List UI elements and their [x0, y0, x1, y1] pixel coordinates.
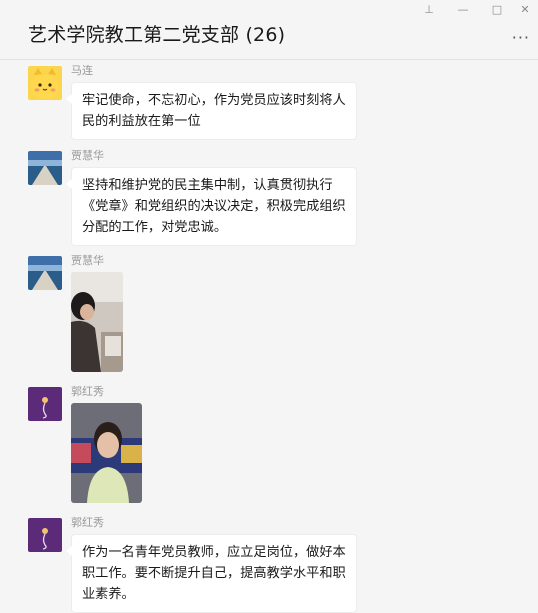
message-bubble[interactable]: 坚持和维护党的民主集中制，认真贯彻执行《党章》和党组织的决议决定，积极完成组织分… [66, 167, 357, 246]
sender-name: 贾慧华 [71, 149, 104, 162]
purple-flower-avatar-icon [28, 387, 62, 421]
sender-name: 马连 [71, 64, 93, 77]
maximize-icon[interactable]: □ [489, 3, 505, 17]
sender-name: 贾慧华 [71, 254, 104, 267]
image-message[interactable] [71, 403, 142, 503]
seaside-pier-avatar-icon [28, 151, 62, 185]
title-bar: 艺术学院教工第二党支部 (26) ⊥ — □ ✕ ··· [0, 0, 538, 60]
sender-name: 郭红秀 [71, 385, 104, 398]
image-message[interactable] [71, 272, 123, 372]
yellow-cat-avatar-icon [28, 66, 62, 100]
more-options-icon[interactable]: ··· [512, 30, 530, 46]
close-icon[interactable]: ✕ [517, 3, 533, 17]
avatar[interactable] [28, 387, 62, 421]
photo-woman-portrait-icon [71, 403, 142, 503]
photo-person-studying-icon [71, 272, 123, 372]
seaside-pier-avatar-icon [28, 256, 62, 290]
sender-name: 郭红秀 [71, 516, 104, 529]
message-bubble[interactable]: 作为一名青年党员教师，应立足岗位，做好本职工作。要不断提升自己，提高教学水平和职… [66, 534, 357, 613]
chat-title: 艺术学院教工第二党支部 (26) [28, 24, 286, 46]
avatar[interactable] [28, 151, 62, 185]
avatar[interactable] [28, 256, 62, 290]
pin-icon[interactable]: ⊥ [421, 3, 437, 17]
avatar[interactable] [28, 66, 62, 100]
purple-flower-avatar-icon [28, 518, 62, 552]
minimize-icon[interactable]: — [455, 3, 471, 17]
avatar[interactable] [28, 518, 62, 552]
message-bubble[interactable]: 牢记使命，不忘初心，作为党员应该时刻将人民的利益放在第一位 [66, 82, 357, 140]
